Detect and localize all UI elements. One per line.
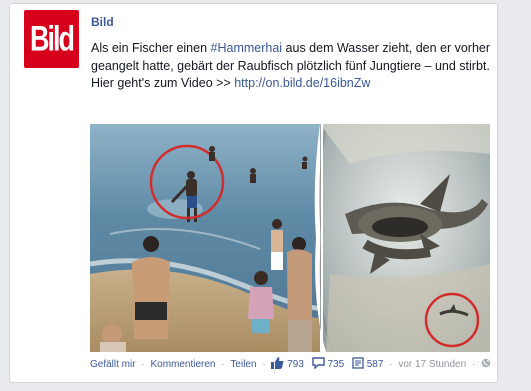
footer-separator: · <box>141 359 145 370</box>
likes-count[interactable]: 793 <box>287 359 304 370</box>
share-link[interactable]: Teilen <box>230 359 256 370</box>
video-line-text: Hier geht's zum Video >> <box>91 76 235 90</box>
video-link[interactable]: http://on.bild.de/16ibnZw <box>234 76 370 90</box>
page-scrollbar-area <box>505 0 531 391</box>
post-text: Als ein Fischer einen #Hammerhai aus dem… <box>91 40 496 93</box>
logo-text: Bild <box>30 18 75 58</box>
shares-count[interactable]: 587 <box>367 359 384 370</box>
footer-separator: · <box>221 359 225 370</box>
post-image[interactable] <box>90 124 490 352</box>
footer-separator: · <box>262 359 266 370</box>
share-icon <box>352 357 364 372</box>
like-link[interactable]: Gefällt mir <box>90 359 136 370</box>
comment-icon <box>312 357 325 372</box>
footer-separator: · <box>471 359 476 370</box>
globe-icon <box>481 358 491 371</box>
beach-shark-photo <box>90 124 490 352</box>
post-footer: Gefällt mir · Kommentieren · Teilen · 79… <box>90 357 495 373</box>
hashtag-link[interactable]: #Hammerhai <box>211 41 283 55</box>
page-name-link[interactable]: Bild <box>91 15 114 29</box>
post-card: Bild Bild Als ein Fischer einen #Hammerh… <box>9 3 498 383</box>
timestamp-link[interactable]: vor 17 Stunden <box>398 359 466 370</box>
comment-link[interactable]: Kommentieren <box>150 359 215 370</box>
like-icon <box>271 357 284 372</box>
post-text-start: Als ein Fischer einen <box>91 41 211 55</box>
bild-logo[interactable]: Bild <box>24 10 79 68</box>
comments-count[interactable]: 735 <box>327 359 344 370</box>
footer-separator: · <box>389 359 393 370</box>
